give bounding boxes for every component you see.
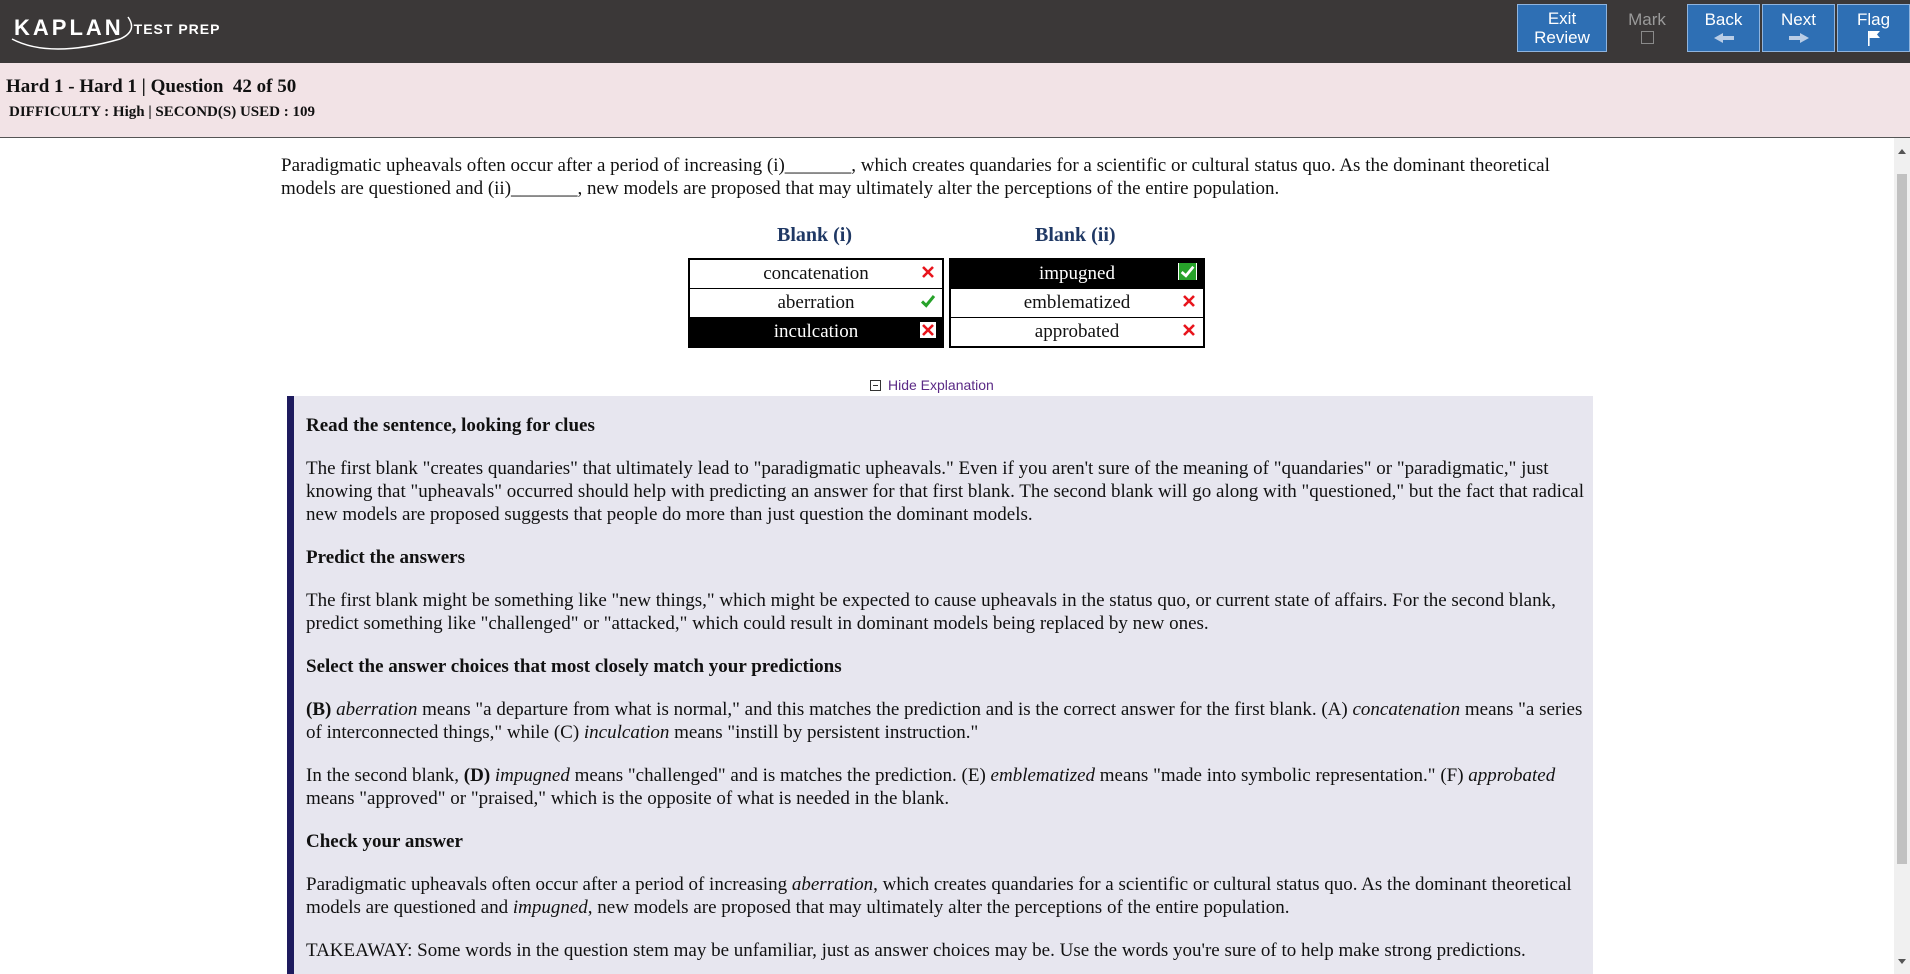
question-stem: Paradigmatic upheavals often occur after…	[281, 155, 1550, 199]
explanation-text: Paradigmatic upheavals often occur after…	[306, 874, 792, 895]
top-bar: KAPLAN TEST PREP Exit Review Mark Back N…	[0, 0, 1910, 63]
explanation-paragraph: TAKEAWAY: Some words in the question ste…	[306, 940, 1526, 961]
choice-word: aberration	[336, 699, 418, 720]
blank-ii-choices: impugned emblematized approbated	[949, 258, 1205, 348]
scrollbar-thumb[interactable]	[1897, 174, 1907, 864]
mark-label: Mark	[1628, 9, 1666, 29]
hide-explanation-toggle[interactable]: Hide Explanation	[870, 377, 994, 393]
choice-concatenation[interactable]: concatenation	[690, 260, 942, 289]
choice-emblematized[interactable]: emblematized	[951, 289, 1203, 318]
next-button[interactable]: Next	[1762, 4, 1835, 52]
choice-aberration[interactable]: aberration	[690, 289, 942, 318]
choice-word: inculcation	[583, 722, 670, 743]
toolbar: Exit Review Mark Back Next Flag	[1515, 4, 1910, 52]
mark-button[interactable]: Mark	[1609, 4, 1685, 52]
kaplan-logo: KAPLAN TEST PREP	[11, 8, 221, 50]
explanation-paragraph: The first blank might be something like …	[306, 590, 1556, 634]
explanation-text: In the second blank,	[306, 765, 464, 786]
explanation-panel: Read the sentence, looking for clues The…	[287, 396, 1593, 974]
choice-word: emblematized	[990, 765, 1096, 786]
choice-label: concatenation	[763, 263, 869, 284]
logo-swoosh-icon	[11, 16, 133, 50]
back-button[interactable]: Back	[1687, 4, 1760, 52]
explanation-paragraph: In the second blank, (D) impugned means …	[306, 764, 1587, 810]
explanation-text: means "a departure from what is normal,"…	[417, 699, 1353, 720]
logo-subtitle: TEST PREP	[133, 21, 221, 37]
exit-review-button[interactable]: Exit Review	[1517, 4, 1607, 52]
blank-ii-header: Blank (ii)	[1035, 224, 1116, 246]
choice-word: concatenation	[1352, 699, 1461, 720]
explanation-text: , new models are proposed that may ultim…	[587, 897, 1290, 918]
explanation-text: means "made into symbolic representation…	[1095, 765, 1469, 786]
wrong-x-icon	[1183, 324, 1195, 336]
question-title: Hard 1 - Hard 1 | Question 42 of 50	[6, 76, 297, 97]
explanation-paragraph: (B) aberration means "a departure from w…	[306, 698, 1587, 744]
choice-word: impugned	[494, 765, 570, 786]
next-label: Next	[1781, 9, 1816, 29]
flag-button[interactable]: Flag	[1837, 4, 1910, 52]
scroll-up-icon[interactable]	[1898, 149, 1906, 154]
blank-i-choices: concatenation aberration inculcation	[688, 258, 944, 348]
choice-label: approbated	[1034, 321, 1120, 342]
flag-icon	[1867, 30, 1880, 46]
choice-word: approbated	[1468, 765, 1556, 786]
wrong-x-icon	[1183, 295, 1195, 307]
vertical-scrollbar[interactable]	[1894, 138, 1910, 974]
collapse-icon	[870, 379, 881, 391]
choice-label: inculcation	[773, 321, 859, 342]
scroll-down-icon[interactable]	[1898, 959, 1906, 964]
back-label: Back	[1704, 9, 1743, 29]
choice-label: emblematized	[1023, 292, 1131, 313]
explanation-heading: Predict the answers	[306, 547, 466, 568]
wrong-x-icon	[922, 266, 934, 278]
hide-explanation-label: Hide Explanation	[888, 377, 994, 393]
choice-letter: (D)	[463, 765, 491, 786]
choice-inculcation[interactable]: inculcation	[690, 318, 942, 346]
mark-checkbox-icon	[1640, 31, 1654, 44]
explanation-heading: Read the sentence, looking for clues	[306, 415, 595, 436]
correct-check-icon	[1178, 263, 1197, 280]
choice-label: impugned	[1039, 263, 1115, 284]
explanation-paragraph: Paradigmatic upheavals often occur after…	[306, 873, 1587, 919]
question-stats: DIFFICULTY : High | SECOND(S) USED : 109	[9, 104, 315, 120]
choice-word: aberration	[791, 874, 874, 895]
arrow-right-icon	[1788, 32, 1809, 43]
explanation-heading: Check your answer	[306, 831, 463, 852]
choice-approbated[interactable]: approbated	[951, 318, 1203, 346]
choice-label: aberration	[777, 292, 855, 313]
main-content: Paradigmatic upheavals often occur after…	[0, 138, 1894, 974]
blank-i-header: Blank (i)	[777, 224, 853, 246]
flag-label: Flag	[1856, 9, 1891, 29]
explanation-text: means "challenged" and is matches the pr…	[569, 765, 991, 786]
exit-label: Exit	[1547, 9, 1577, 28]
explanation-heading: Select the answer choices that most clos…	[306, 656, 842, 677]
choice-word: impugned	[512, 897, 588, 918]
question-header: Hard 1 - Hard 1 | Question 42 of 50 DIFF…	[0, 63, 1910, 138]
explanation-text: means "instill by persistent instruction…	[669, 722, 979, 743]
choice-impugned[interactable]: impugned	[951, 260, 1203, 289]
arrow-left-icon	[1713, 32, 1734, 43]
wrong-x-icon	[920, 322, 936, 338]
choice-letter: (B)	[306, 699, 332, 720]
explanation-paragraph: The first blank "creates quandaries" tha…	[306, 458, 1585, 525]
review-label: Review	[1534, 28, 1590, 47]
correct-check-icon	[920, 295, 936, 308]
explanation-text: means "approved" or "praised," which is …	[306, 788, 950, 809]
